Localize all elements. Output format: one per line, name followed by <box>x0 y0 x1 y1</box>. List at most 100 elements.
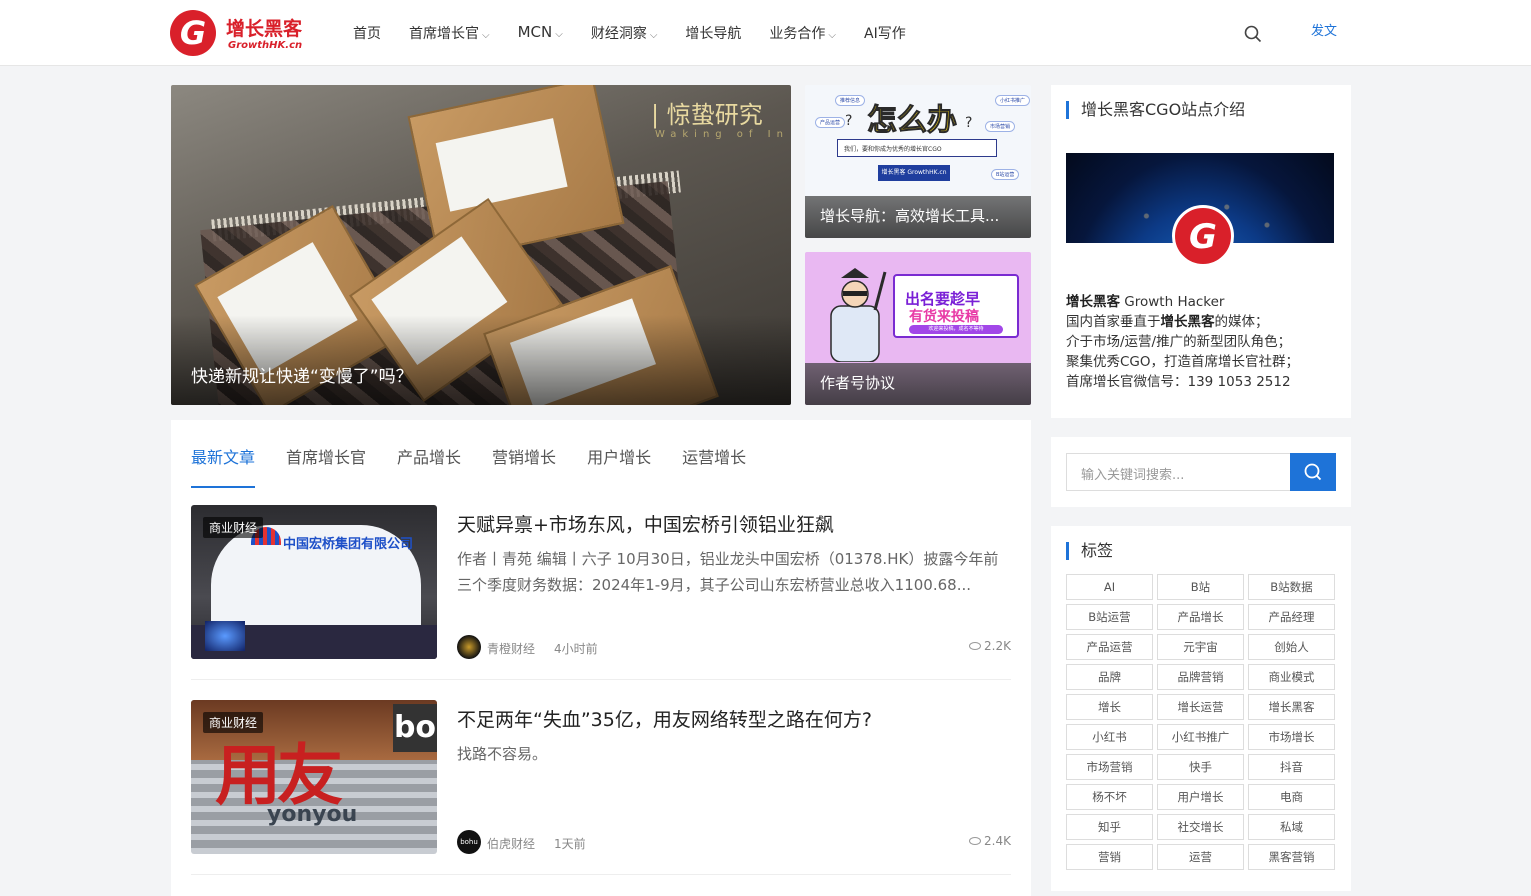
tag-link[interactable]: 小红书推广 <box>1157 724 1244 750</box>
tag-link[interactable]: 增长运营 <box>1157 694 1244 720</box>
tab-cgo[interactable]: 首席增长官 <box>286 444 366 488</box>
search-icon <box>1304 463 1322 481</box>
character-illustration <box>830 268 887 362</box>
tag-link[interactable]: 品牌营销 <box>1157 664 1244 690</box>
art-search-bar: 我们，要和你成为优秀的增长官CGO <box>837 139 997 157</box>
eye-icon <box>969 642 982 650</box>
hero-main-title[interactable]: 快递新规让快递“变慢了”吗？ <box>191 362 413 387</box>
search-input[interactable]: 输入关键词搜索... <box>1066 453 1290 491</box>
tab-user-growth[interactable]: 用户增长 <box>587 444 651 488</box>
thumb-bo-mark: bo <box>393 704 437 752</box>
art-chip: 市场营销 <box>985 121 1016 132</box>
site-logo[interactable]: G 增长黑客 GrowthHK.cn <box>170 10 320 58</box>
category-tabs: 最新文章 首席增长官 产品增长 营销增长 用户增长 运营增长 <box>191 444 777 488</box>
art-chip: 推荐信息 <box>835 95 866 106</box>
search-widget: 输入关键词搜索... <box>1051 437 1351 507</box>
tag-link[interactable]: 快手 <box>1157 754 1244 780</box>
article-excerpt: 作者丨青苑 编辑丨六子 10月30日，铝业龙头中国宏桥（01378.HK）披露今… <box>457 550 999 594</box>
tag-link[interactable]: 元宇宙 <box>1157 634 1244 660</box>
article-meta: bohu 伯虎财经 1天前 2.4K <box>457 829 1011 855</box>
tag-link[interactable]: 运营 <box>1157 844 1244 870</box>
avatar[interactable]: bohu <box>457 830 481 854</box>
tag-link[interactable]: 品牌 <box>1066 664 1153 690</box>
tag-link[interactable]: 用户增长 <box>1157 784 1244 810</box>
publish-time: 4小时前 <box>554 642 598 656</box>
tag-link[interactable]: 小红书 <box>1066 724 1153 750</box>
article-title[interactable]: 不足两年“失血”35亿，用友网络转型之路在何方? <box>457 705 872 732</box>
nav-cgo[interactable]: 首席增长官 ⌵ <box>409 23 490 43</box>
category-badge[interactable]: 商业财经 <box>203 712 264 733</box>
article-item: 中国宏桥集团有限公司 商业财经 天赋异禀+市场东风，中国宏桥引领铝业狂飙 作者丨… <box>191 505 1011 680</box>
nav-ai-writing[interactable]: AI写作 <box>864 23 906 43</box>
tag-link[interactable]: 电商 <box>1248 784 1335 810</box>
tag-link[interactable]: 私域 <box>1248 814 1335 840</box>
intro-text: 增长黑客 Growth Hacker 国内首家垂直于增长黑客的媒体； 介于市场/… <box>1066 294 1300 390</box>
question-mark-icon: ? <box>845 113 853 129</box>
art-chip: 产品运营 <box>815 117 846 128</box>
nav-business[interactable]: 业务合作 ⌵ <box>769 23 836 43</box>
tab-marketing-growth[interactable]: 营销增长 <box>492 444 556 488</box>
article-thumbnail[interactable]: 中国宏桥集团有限公司 商业财经 <box>191 505 437 659</box>
hero-shade <box>171 315 791 405</box>
tag-link[interactable]: 增长 <box>1066 694 1153 720</box>
tag-link[interactable]: 社交增长 <box>1157 814 1244 840</box>
tag-link[interactable]: B站 <box>1157 574 1244 600</box>
side-card-title[interactable]: 增长导航：高效增长工具... <box>820 205 999 226</box>
nav-growth-nav[interactable]: 增长导航 <box>685 23 741 43</box>
category-badge[interactable]: 商业财经 <box>203 517 264 538</box>
search-button[interactable] <box>1290 453 1336 491</box>
tag-link[interactable]: 创始人 <box>1248 634 1335 660</box>
logo-mark-icon: G <box>1172 205 1234 267</box>
tab-product-growth[interactable]: 产品增长 <box>397 444 461 488</box>
nav-mcn[interactable]: MCN ⌵ <box>518 23 563 43</box>
tab-latest[interactable]: 最新文章 <box>191 444 256 488</box>
article-title[interactable]: 天赋异禀+市场东风，中国宏桥引领铝业狂飙 <box>457 510 834 537</box>
tab-ops-growth[interactable]: 运营增长 <box>682 444 746 488</box>
post-button[interactable]: 发文 <box>1311 20 1337 39</box>
hero-watermark-sub: Waking of In <box>655 129 789 140</box>
tag-link[interactable]: 抖音 <box>1248 754 1335 780</box>
tag-link[interactable]: 黑客营销 <box>1248 844 1335 870</box>
tag-cloud: AI B站 B站数据 B站运营 产品增长 产品经理产品运营 元宇宙 创始人品牌 品牌营销 商业模式… <box>1066 574 1336 870</box>
site-header: G 增长黑客 GrowthHK.cn 首页 首席增长官 ⌵ MCN ⌵ 财经洞察 ⌵ … <box>0 0 1531 66</box>
search-icon[interactable] <box>1244 25 1262 43</box>
art-heading: 怎么办 <box>867 103 958 139</box>
view-count: 2.4K <box>969 834 1011 848</box>
tag-link[interactable]: B站数据 <box>1248 574 1335 600</box>
main-nav: 首页 首席增长官 ⌵ MCN ⌵ 财经洞察 ⌵ 增长导航 业务合作 ⌵ AI写作 <box>353 23 934 43</box>
tag-link[interactable]: 产品运营 <box>1066 634 1153 660</box>
tag-link[interactable]: B站运营 <box>1066 604 1153 630</box>
thumb-booth-text: 中国宏桥集团有限公司 <box>283 537 414 552</box>
art-chip: B站运营 <box>991 169 1020 180</box>
tag-link[interactable]: 营销 <box>1066 844 1153 870</box>
tags-widget: 标签 AI B站 B站数据 B站运营 产品增长 产品经理 产品运营 元宇宙 创始人 品牌 品牌营销商… <box>1051 526 1351 891</box>
logo-text: 增长黑客 <box>226 18 303 40</box>
side-card-title[interactable]: 作者号协议 <box>820 372 895 393</box>
logo-domain: GrowthHK.cn <box>228 40 303 51</box>
hero-side-card-author-agreement[interactable]: 出名要趁早 有货来投稿 欢迎来投稿，成名不等待 作者号协议 <box>805 252 1031 405</box>
author-name[interactable]: 伯虎财经 <box>487 835 535 852</box>
article-list-panel: 最新文章 首席增长官 产品增长 营销增长 用户增长 运营增长 中国宏桥集团有限公… <box>171 420 1031 896</box>
author-name[interactable]: 青橙财经 <box>487 640 535 657</box>
hero-main-card[interactable]: | 惊蛰研究 Waking of In 快递新规让快递“变慢了”吗？ <box>171 85 791 405</box>
tag-link[interactable]: 市场营销 <box>1066 754 1153 780</box>
tag-link[interactable]: 产品增长 <box>1157 604 1244 630</box>
tag-link[interactable]: 杨不坏 <box>1066 784 1153 810</box>
art-button: 增长黑客 GrowthHK.cn <box>878 165 950 181</box>
tag-link[interactable]: AI <box>1066 574 1153 600</box>
chevron-down-icon: ⌵ <box>649 30 658 41</box>
article-thumbnail[interactable]: 用友 yonyou bo 商业财经 <box>191 700 437 854</box>
tag-link[interactable]: 增长黑客 <box>1248 694 1335 720</box>
tag-link[interactable]: 商业模式 <box>1248 664 1335 690</box>
nav-finance[interactable]: 财经洞察 ⌵ <box>591 23 658 43</box>
tag-link[interactable]: 产品经理 <box>1248 604 1335 630</box>
avatar[interactable] <box>457 635 481 659</box>
thumb-sign-sub: yonyou <box>267 802 358 827</box>
nav-home[interactable]: 首页 <box>353 23 381 43</box>
tag-link[interactable]: 市场增长 <box>1248 724 1335 750</box>
article-item: 用友 yonyou bo 商业财经 不足两年“失血”35亿，用友网络转型之路在何… <box>191 700 1011 875</box>
hero-side-card-growth-nav[interactable]: 推荐信息 产品运营 小红书推广 市场营销 B站运营 ? ? 怎么办 我们，要和你… <box>805 85 1031 238</box>
thumb-screen <box>205 621 245 651</box>
tag-link[interactable]: 知乎 <box>1066 814 1153 840</box>
eye-icon <box>969 837 982 845</box>
